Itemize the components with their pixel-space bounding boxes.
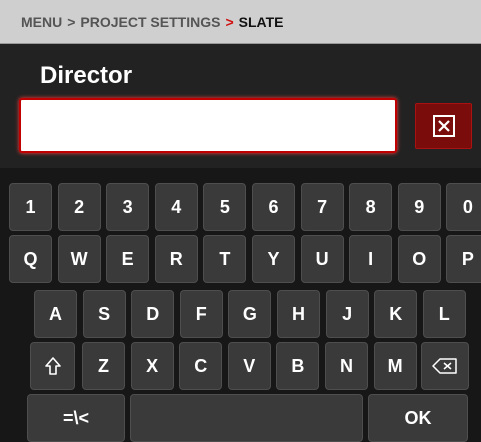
key-w[interactable]: W (57, 235, 101, 283)
key-e[interactable]: E (106, 235, 150, 283)
space-key[interactable] (130, 394, 363, 442)
key-8[interactable]: 8 (349, 183, 393, 231)
key-j[interactable]: J (325, 290, 369, 338)
key-o[interactable]: O (397, 235, 441, 283)
key-1[interactable]: 1 (9, 183, 52, 231)
key-5[interactable]: 5 (203, 183, 247, 231)
key-q[interactable]: Q (9, 235, 52, 283)
key-p[interactable]: P (446, 235, 481, 283)
key-k[interactable]: K (374, 290, 418, 338)
key-7[interactable]: 7 (300, 183, 344, 231)
key-9[interactable]: 9 (397, 183, 441, 231)
key-a[interactable]: A (34, 290, 77, 338)
ok-button[interactable]: OK (368, 394, 468, 442)
key-f[interactable]: F (179, 290, 223, 338)
key-s[interactable]: S (82, 290, 126, 338)
key-v[interactable]: V (227, 342, 271, 390)
key-r[interactable]: R (154, 235, 198, 283)
key-2[interactable]: 2 (57, 183, 101, 231)
clear-x-icon (432, 115, 455, 137)
field-label: Director (40, 62, 133, 89)
key-x[interactable]: X (130, 342, 174, 390)
key-y[interactable]: Y (252, 235, 295, 283)
key-3[interactable]: 3 (106, 183, 150, 231)
breadcrumb-project-settings[interactable]: PROJECT SETTINGS (80, 14, 220, 30)
key-l[interactable]: L (422, 290, 466, 338)
breadcrumb: MENU > PROJECT SETTINGS > SLATE (0, 0, 481, 44)
shift-arrow-icon (44, 357, 61, 375)
key-m[interactable]: M (373, 342, 417, 390)
symbols-key[interactable]: =\< (27, 394, 125, 442)
key-h[interactable]: H (277, 290, 320, 338)
clear-button[interactable] (415, 103, 472, 149)
backspace-icon (432, 358, 457, 374)
breadcrumb-separator: > (225, 13, 234, 30)
backspace-key[interactable] (421, 342, 469, 390)
key-z[interactable]: Z (82, 342, 125, 390)
breadcrumb-menu[interactable]: MENU (21, 14, 62, 30)
key-t[interactable]: T (203, 235, 247, 283)
key-c[interactable]: C (179, 342, 223, 390)
key-4[interactable]: 4 (154, 183, 198, 231)
key-u[interactable]: U (300, 235, 344, 283)
key-d[interactable]: D (131, 290, 175, 338)
key-n[interactable]: N (325, 342, 368, 390)
shift-key[interactable] (30, 342, 75, 390)
key-b[interactable]: B (276, 342, 320, 390)
breadcrumb-slate: SLATE (238, 13, 284, 30)
key-6[interactable]: 6 (252, 183, 295, 231)
director-input[interactable] (19, 98, 397, 153)
key-i[interactable]: I (349, 235, 393, 283)
key-0[interactable]: 0 (446, 183, 481, 231)
key-g[interactable]: G (228, 290, 272, 338)
breadcrumb-separator: > (67, 13, 76, 30)
